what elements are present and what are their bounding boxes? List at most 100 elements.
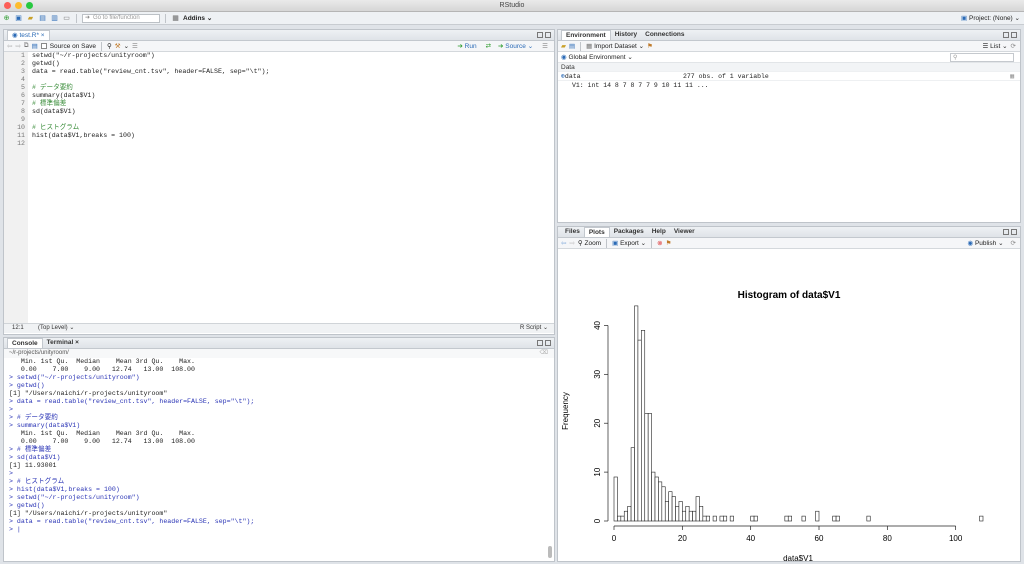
maximize-pane-button[interactable] <box>545 340 551 346</box>
minimize-window-button[interactable] <box>15 2 22 9</box>
tab-viewer[interactable]: Viewer <box>670 227 699 237</box>
source-tabbar: ◉ test.R* × <box>4 30 554 41</box>
tab-test-r[interactable]: ◉ test.R* × <box>7 30 50 40</box>
tab-console[interactable]: Console <box>7 338 43 348</box>
file-type-selector[interactable]: R Script ⌄ <box>520 324 548 333</box>
code-line[interactable]: # ヒストグラム <box>32 124 269 132</box>
run-label: Run <box>464 43 477 50</box>
save-all-icon[interactable]: ▥ <box>50 14 59 23</box>
rerun-icon[interactable]: ⇄ <box>486 42 491 50</box>
grid-layout-icon[interactable]: ▦ <box>171 14 180 23</box>
previous-plot-icon[interactable]: ⇦ <box>561 239 566 247</box>
view-data-icon[interactable]: ▦ <box>1010 72 1014 81</box>
code-line[interactable] <box>32 116 269 124</box>
zoom-button[interactable]: ⚲ Zoom <box>578 239 601 247</box>
line-number: 8 <box>21 108 25 115</box>
code-line[interactable]: hist(data$V1,breaks = 100) <box>32 132 269 140</box>
editor-status-bar: 12:1 (Top Level) ⌄ R Script ⌄ <box>4 323 554 333</box>
project-icon: ▣ <box>961 15 968 22</box>
minimize-pane-button[interactable] <box>1003 32 1009 38</box>
code-text[interactable]: setwd("~/r-projects/unityroom") getwd() da… <box>32 52 269 148</box>
code-line[interactable]: summary(data$V1) <box>32 92 269 100</box>
code-line[interactable]: setwd("~/r-projects/unityroom") <box>32 52 269 60</box>
code-line[interactable]: data = read.table("review_cnt.tsv", head… <box>32 68 269 76</box>
console-line: [1] "/Users/naichi/r-projects/unityroom" <box>9 390 168 397</box>
search-icon[interactable]: ⚲ <box>107 42 112 50</box>
minimize-pane-button[interactable] <box>537 340 543 346</box>
code-line[interactable]: sd(data$V1) <box>32 108 269 116</box>
export-icon: ▣ <box>612 240 619 247</box>
addins-menu[interactable]: Addins ⌄ <box>183 14 212 22</box>
export-button[interactable]: ▣ Export ⌄ <box>612 239 646 247</box>
maximize-pane-button[interactable] <box>1011 32 1017 38</box>
console-scrollbar[interactable] <box>548 546 552 558</box>
tab-files[interactable]: Files <box>561 227 584 237</box>
tab-help[interactable]: Help <box>648 227 670 237</box>
console-line: Min. 1st Qu. Median Mean 3rd Qu. Max. <box>9 430 199 437</box>
minimize-pane-button[interactable] <box>1003 229 1009 235</box>
histogram-bar <box>661 486 666 522</box>
maximize-pane-button[interactable] <box>545 32 551 38</box>
open-file-icon[interactable]: ▰ <box>26 14 35 23</box>
goto-file-input[interactable]: ➜ Go to file/function <box>82 13 160 23</box>
plots-tabbar: Files Plots Packages Help Viewer <box>558 227 1020 238</box>
show-in-window-icon[interactable]: ⧉ <box>24 42 29 50</box>
list-icon[interactable]: ☰ <box>132 42 138 50</box>
environment-search-input[interactable]: ⚲ <box>950 53 1014 62</box>
scope-selector[interactable]: (Top Level) ⌄ <box>38 324 74 333</box>
source-label: Source <box>505 43 526 50</box>
remove-plot-icon[interactable]: ⊗ <box>657 239 662 247</box>
new-project-icon[interactable]: ▣ <box>14 14 23 23</box>
publish-button[interactable]: ◉ Publish ⌄ <box>967 239 1003 247</box>
source-button[interactable]: ➔ Source ⌄ <box>498 42 533 50</box>
back-arrow-icon[interactable]: ⇦ <box>7 42 12 50</box>
code-line[interactable] <box>32 140 269 148</box>
wand-icon[interactable]: ⚒ <box>115 42 121 50</box>
save-icon[interactable]: ▤ <box>38 14 47 23</box>
env-variable-row[interactable]: ⊕data 277 obs. of 1 variable ▦ <box>558 72 1020 81</box>
pane-controls <box>1003 229 1017 235</box>
line-number: 5 <box>21 84 25 91</box>
outline-icon[interactable]: ☰ <box>542 42 548 50</box>
global-env-selector[interactable]: ◉ Global Environment ⌄ <box>561 53 633 61</box>
print-icon[interactable]: ▭ <box>62 14 71 23</box>
broom-icon[interactable]: ⚑ <box>666 239 672 247</box>
import-dataset-button[interactable]: ▦ Import Dataset ⌄ <box>586 42 644 50</box>
list-view-button[interactable]: ☰ List ⌄ <box>983 42 1008 50</box>
broom-icon[interactable]: ⚑ <box>647 42 653 50</box>
console-output[interactable]: Min. 1st Qu. Median Mean 3rd Qu. Max. 0.… <box>4 358 554 534</box>
code-line[interactable]: getwd() <box>32 60 269 68</box>
refresh-icon[interactable]: ⟳ <box>1011 239 1016 247</box>
run-button[interactable]: ➔ Run <box>457 42 476 50</box>
save-workspace-icon[interactable]: ▤ <box>569 42 575 50</box>
tab-terminal[interactable]: Terminal × <box>43 338 83 348</box>
code-line[interactable]: # 標準偏差 <box>32 100 269 108</box>
console-line: > sd(data$V1) <box>9 454 61 461</box>
code-line[interactable] <box>32 76 269 84</box>
code-line[interactable]: # データ要約 <box>32 84 269 92</box>
main-toolbar: ⊕ ▣ ▰ ▤ ▥ ▭ ➜ Go to file/function ▦ Addi… <box>0 12 1024 25</box>
tab-connections[interactable]: Connections <box>641 30 688 40</box>
histogram-bar <box>787 515 792 522</box>
project-menu[interactable]: ▣ Project: (None) ⌄ <box>961 12 1020 25</box>
code-editor[interactable]: 1 2 3 4 5 6 7 8 9 10 11 12 setwd("~/r-projects/unit… <box>4 52 554 323</box>
tab-plots[interactable]: Plots <box>583 227 610 237</box>
zoom-window-button[interactable] <box>26 2 33 9</box>
next-plot-icon[interactable]: ⇨ <box>569 239 574 247</box>
forward-arrow-icon[interactable]: ⇨ <box>15 42 20 50</box>
maximize-pane-button[interactable] <box>1011 229 1017 235</box>
tab-environment[interactable]: Environment <box>561 30 611 40</box>
histogram-bar <box>617 515 622 522</box>
source-on-save-checkbox[interactable] <box>40 43 47 49</box>
refresh-icon[interactable]: ⟳ <box>1011 42 1016 50</box>
minimize-pane-button[interactable] <box>537 32 543 38</box>
new-file-icon[interactable]: ⊕ <box>2 14 11 23</box>
tab-history[interactable]: History <box>611 30 641 40</box>
close-window-button[interactable] <box>4 2 11 9</box>
histogram-bar <box>784 515 789 522</box>
source-on-save-label: Source on Save <box>49 42 96 50</box>
save-icon[interactable]: ▤ <box>32 42 38 50</box>
clear-console-icon[interactable]: ⌫ <box>540 349 548 358</box>
tab-packages[interactable]: Packages <box>610 227 648 237</box>
load-workspace-icon[interactable]: ▰ <box>561 42 566 50</box>
